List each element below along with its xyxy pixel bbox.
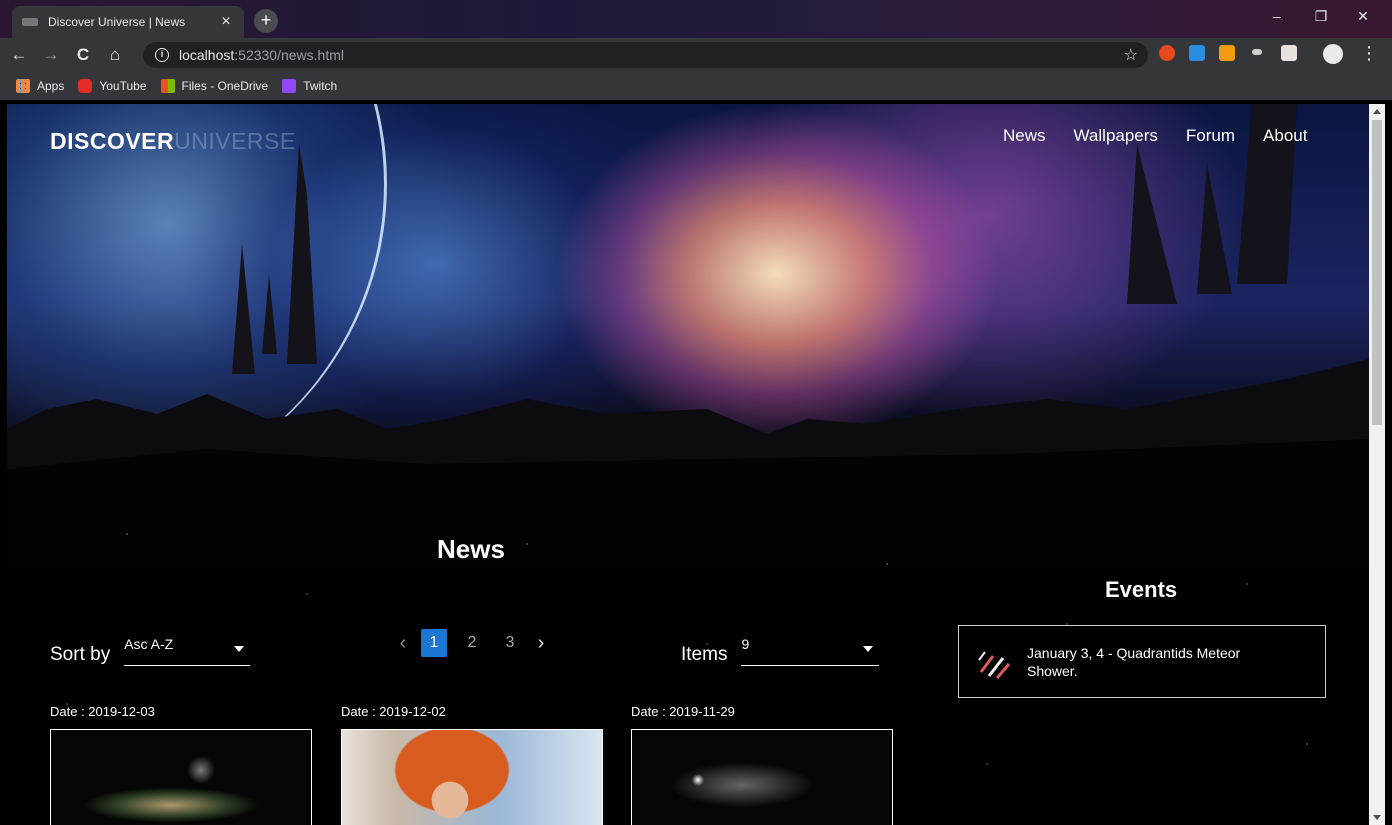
extension-rss-icon[interactable]	[1219, 45, 1235, 61]
address-bar[interactable]: i localhost :52330/news.html ☆	[143, 42, 1148, 68]
maximize-button[interactable]: ❐	[1306, 8, 1336, 25]
dropdown-caret-icon	[234, 646, 245, 652]
news-card-date: Date : 2019-12-02	[341, 704, 446, 719]
page-3-button[interactable]: 3	[497, 629, 523, 657]
new-tab-button[interactable]: +	[254, 9, 278, 33]
twitch-icon	[282, 79, 297, 93]
bookmark-star-icon[interactable]: ☆	[1124, 45, 1138, 65]
bookmark-label: Files - OneDrive	[181, 79, 269, 93]
back-button[interactable]: ←	[6, 45, 32, 65]
site-navigation: News Wallpapers Forum About	[1003, 126, 1307, 146]
forward-button[interactable]: →	[38, 45, 64, 65]
news-card-image[interactable]	[341, 729, 603, 825]
pagination: ‹ 1 2 3 ›	[397, 629, 547, 657]
browser-menu-icon[interactable]: ⋮	[1360, 43, 1378, 64]
nav-link-about[interactable]: About	[1263, 126, 1307, 146]
extension-misc-icon[interactable]	[1252, 49, 1262, 55]
news-heading: News	[437, 534, 505, 564]
sort-selected-value: Asc A-Z	[124, 636, 174, 652]
youtube-icon	[78, 79, 93, 93]
browser-toolbar: ← → C ⌂ i localhost :52330/news.html ☆	[0, 38, 1392, 72]
extension-screenshot-icon[interactable]	[1189, 45, 1205, 61]
prev-page-button[interactable]: ‹	[397, 632, 409, 655]
tab-title: Discover Universe | News	[48, 15, 186, 29]
nav-link-forum[interactable]: Forum	[1186, 126, 1235, 146]
bookmark-twitch[interactable]: Twitch	[282, 79, 337, 93]
news-card[interactable]: Date : 2019-11-29	[631, 704, 893, 825]
event-text: January 3, 4 - Quadrantids Meteor Shower…	[1027, 644, 1241, 679]
reload-button[interactable]: C	[70, 45, 96, 65]
page-scrollbar[interactable]	[1369, 104, 1385, 825]
scrollbar-thumb[interactable]	[1372, 120, 1382, 425]
sort-label: Sort by	[50, 644, 111, 665]
bookmark-label: YouTube	[99, 79, 147, 93]
page-1-button[interactable]: 1	[421, 629, 447, 657]
news-card-date: Date : 2019-11-29	[631, 704, 735, 719]
meteor-shower-icon	[978, 650, 1011, 679]
news-card[interactable]: Date : 2019-12-03	[50, 704, 312, 825]
apps-grid-icon	[16, 79, 30, 93]
hero-banner: DISCOVERUNIVERSE News Wallpapers Forum A…	[7, 104, 1369, 569]
logo-word-universe: UNIVERSE	[174, 128, 296, 154]
logo-word-discover: DISCOVER	[50, 128, 175, 154]
bookmarks-bar: Apps YouTube Files - OneDrive Twitch	[0, 72, 1392, 100]
extension-adblock-icon[interactable]	[1159, 45, 1175, 61]
sort-control: Sort by Asc A-Z	[50, 634, 251, 666]
items-label: Items	[681, 644, 728, 665]
items-per-page-control: Items 9	[681, 634, 880, 666]
window-close-button[interactable]: ✕	[1348, 8, 1378, 25]
sort-select[interactable]: Asc A-Z	[124, 634, 251, 666]
windows-logo-icon	[160, 79, 175, 93]
dropdown-caret-icon	[863, 646, 874, 652]
web-page: DISCOVERUNIVERSE News Wallpapers Forum A…	[7, 104, 1369, 825]
items-select[interactable]: 9	[741, 634, 880, 666]
scroll-up-icon[interactable]	[1373, 109, 1381, 114]
bookmark-onedrive[interactable]: Files - OneDrive	[160, 79, 269, 93]
nav-link-news[interactable]: News	[1003, 126, 1046, 146]
site-favicon-icon	[22, 18, 38, 26]
page-2-button[interactable]: 2	[459, 629, 485, 657]
news-card[interactable]: Date : 2019-12-02	[341, 704, 603, 825]
minimize-button[interactable]: –	[1262, 8, 1292, 24]
bookmark-label: Apps	[37, 79, 65, 93]
extension-reader-icon[interactable]	[1281, 45, 1297, 61]
items-selected-value: 9	[741, 636, 750, 652]
site-info-icon[interactable]: i	[155, 48, 169, 62]
browser-tab[interactable]: Discover Universe | News ×	[12, 6, 244, 38]
bookmark-apps[interactable]: Apps	[16, 79, 64, 93]
tab-close-icon[interactable]: ×	[218, 13, 234, 31]
event-item[interactable]: January 3, 4 - Quadrantids Meteor Shower…	[958, 625, 1326, 698]
events-heading: Events	[1105, 577, 1178, 602]
bookmark-label: Twitch	[303, 79, 338, 93]
profile-avatar-icon[interactable]	[1323, 44, 1343, 64]
news-card-image[interactable]	[50, 729, 312, 825]
next-page-button[interactable]: ›	[535, 632, 547, 655]
url-host: localhost	[179, 47, 235, 63]
bookmark-youtube[interactable]: YouTube	[78, 79, 147, 93]
scroll-down-icon[interactable]	[1373, 815, 1381, 820]
browser-tab-strip: Discover Universe | News × + – ❐ ✕	[0, 0, 1392, 38]
nav-link-wallpapers[interactable]: Wallpapers	[1074, 126, 1158, 146]
url-path: :52330/news.html	[234, 47, 344, 63]
news-card-image[interactable]	[631, 729, 893, 825]
site-logo[interactable]: DISCOVERUNIVERSE	[50, 128, 296, 155]
news-card-date: Date : 2019-12-03	[50, 704, 155, 719]
rock-spires-illustration	[232, 104, 1297, 374]
home-button[interactable]: ⌂	[102, 45, 128, 65]
